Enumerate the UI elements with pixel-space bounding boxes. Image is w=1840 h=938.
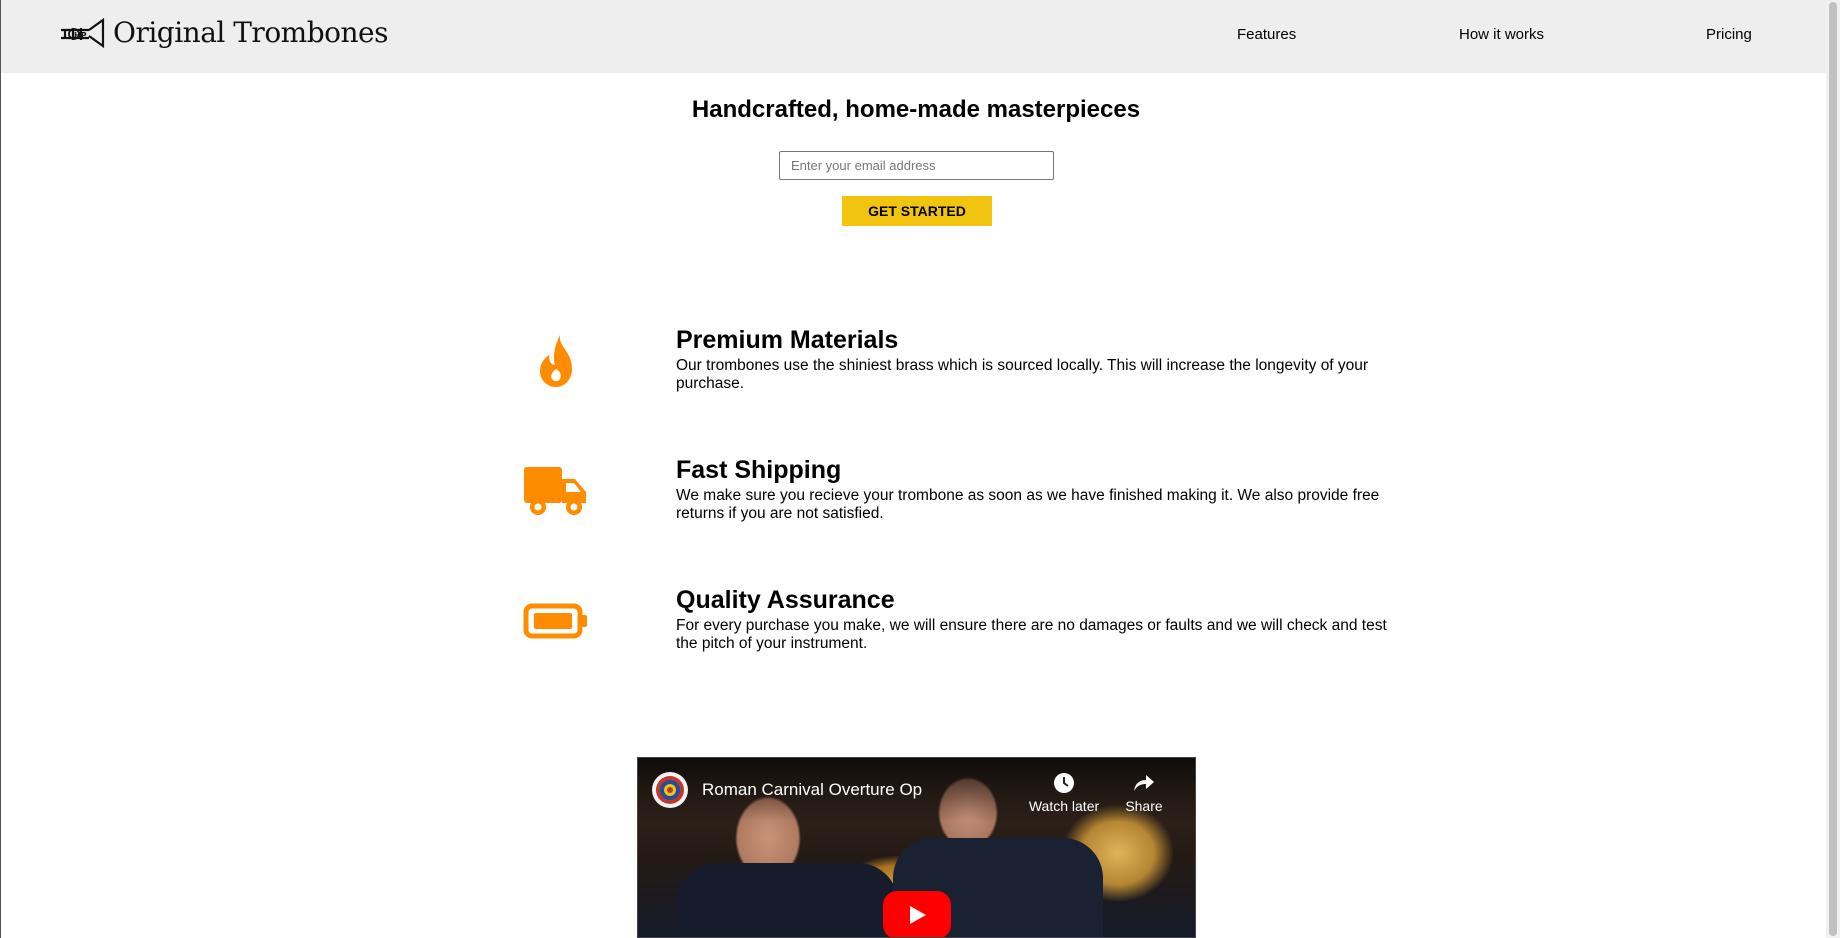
nav-links: Features How it works Pricing xyxy=(1,0,1826,73)
feature-title: Fast Shipping xyxy=(676,456,842,484)
nav-link-how-it-works[interactable]: How it works xyxy=(1459,26,1544,43)
scrollbar-thumb[interactable] xyxy=(1829,2,1837,936)
nav-link-features[interactable]: Features xyxy=(1237,26,1296,43)
channel-avatar[interactable] xyxy=(652,772,688,808)
video-title[interactable]: Roman Carnival Overture Op. 9 for Five… xyxy=(702,780,922,800)
feature-body: Quality Assurance For every purchase you… xyxy=(676,585,1396,653)
hero-title: Handcrafted, home-made masterpieces xyxy=(691,96,1141,123)
play-icon xyxy=(910,906,926,924)
share-label: Share xyxy=(1125,798,1163,814)
truck-icon xyxy=(524,467,586,515)
share-icon xyxy=(1134,775,1154,791)
feature-description: Our trombones use the shiniest brass whi… xyxy=(676,357,1369,392)
vertical-scrollbar[interactable] xyxy=(1826,0,1840,938)
video-embed[interactable]: Roman Carnival Overture Op. 9 for Five… … xyxy=(637,757,1196,938)
nav-link-pricing[interactable]: Pricing xyxy=(1706,26,1752,43)
watch-later-label: Watch later xyxy=(1028,798,1100,814)
feature-body: Fast Shipping We make sure you recieve y… xyxy=(676,455,1396,523)
feature-title: Premium Materials xyxy=(676,326,899,354)
get-started-button[interactable]: GET STARTED xyxy=(842,196,992,226)
clock-icon xyxy=(1054,773,1074,793)
watch-later-button[interactable]: Watch later xyxy=(1026,772,1102,814)
navbar: HP Original Trombones Features How it wo… xyxy=(0,0,1826,73)
share-button[interactable]: Share xyxy=(1112,772,1176,814)
feature-title: Quality Assurance xyxy=(676,586,895,614)
feature-description: For every purchase you make, we will ens… xyxy=(676,617,1387,652)
video-thumbnail-detail xyxy=(678,863,898,937)
email-input[interactable] xyxy=(779,151,1054,180)
feature-body: Premium Materials Our trombones use the … xyxy=(676,325,1396,393)
channel-emblem-icon xyxy=(656,776,684,804)
battery-full-icon xyxy=(523,603,587,639)
fire-icon xyxy=(540,335,572,387)
play-button[interactable] xyxy=(883,891,951,937)
feature-description: We make sure you recieve your trombone a… xyxy=(676,487,1380,522)
